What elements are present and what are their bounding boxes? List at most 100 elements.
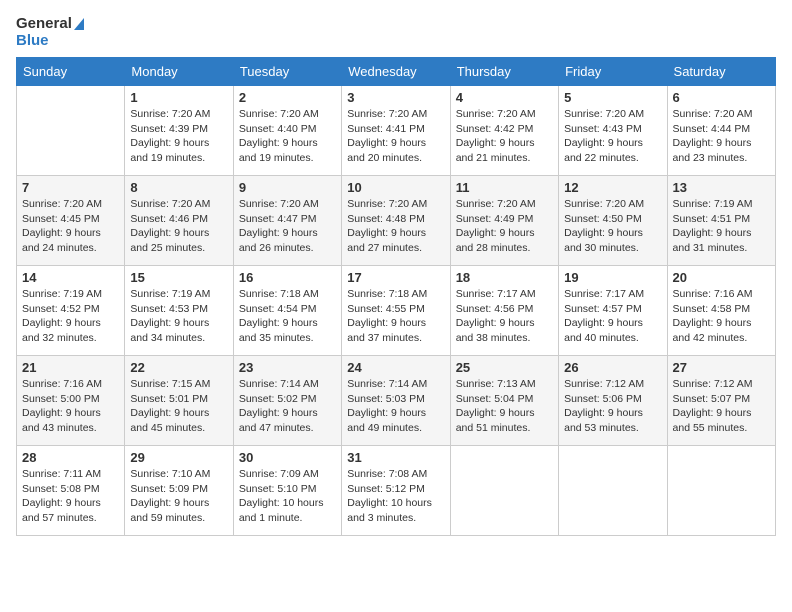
- calendar-cell: 10Sunrise: 7:20 AMSunset: 4:48 PMDayligh…: [342, 176, 450, 266]
- header-wednesday: Wednesday: [342, 58, 450, 86]
- day-info: Sunrise: 7:14 AMSunset: 5:02 PMDaylight:…: [239, 377, 336, 436]
- calendar-cell: [667, 446, 775, 536]
- calendar-week-5: 28 Sunrise: 7:11 AMSunset: 5:08 PMDayligh…: [17, 446, 776, 536]
- calendar-cell: 4 Sunrise: 7:20 AMSunset: 4:42 PMDaylight…: [450, 86, 558, 176]
- day-info: Sunrise: 7:19 AMSunset: 4:51 PMDaylight:…: [673, 197, 770, 256]
- logo-text: General Blue: [16, 16, 84, 49]
- day-number: 29: [130, 450, 227, 465]
- day-number: 10: [347, 180, 444, 195]
- day-info: Sunrise: 7:15 AMSunset: 5:01 PMDaylight:…: [130, 377, 227, 436]
- calendar-cell: 2Sunrise: 7:20 AMSunset: 4:40 PMDaylight…: [233, 86, 341, 176]
- day-number: 13: [673, 180, 770, 195]
- calendar-cell: 1 Sunrise: 7:20 AMSunset: 4:39 PMDaylight…: [125, 86, 233, 176]
- calendar-cell: 8 Sunrise: 7:20 AMSunset: 4:46 PMDaylight…: [125, 176, 233, 266]
- day-info: Sunrise: 7:11 AMSunset: 5:08 PMDaylight:…: [22, 467, 119, 526]
- day-info: Sunrise: 7:20 AMSunset: 4:50 PMDaylight:…: [564, 197, 661, 256]
- calendar-cell: 15 Sunrise: 7:19 AMSunset: 4:53 PMDayligh…: [125, 266, 233, 356]
- day-number: 27: [673, 360, 770, 375]
- calendar-cell: 14Sunrise: 7:19 AMSunset: 4:52 PMDayligh…: [17, 266, 125, 356]
- calendar-week-2: 7 Sunrise: 7:20 AMSunset: 4:45 PMDaylight…: [17, 176, 776, 266]
- day-number: 17: [347, 270, 444, 285]
- day-info: Sunrise: 7:16 AMSunset: 4:58 PMDaylight:…: [673, 287, 770, 346]
- day-number: 16: [239, 270, 336, 285]
- day-number: 26: [564, 360, 661, 375]
- day-info: Sunrise: 7:10 AMSunset: 5:09 PMDaylight:…: [130, 467, 227, 526]
- calendar-cell: 23 Sunrise: 7:14 AMSunset: 5:02 PMDayligh…: [233, 356, 341, 446]
- day-info: Sunrise: 7:20 AMSunset: 4:45 PMDaylight:…: [22, 197, 119, 256]
- day-number: 28: [22, 450, 119, 465]
- calendar-cell: 6Sunrise: 7:20 AMSunset: 4:44 PMDaylight…: [667, 86, 775, 176]
- calendar-cell: 29 Sunrise: 7:10 AMSunset: 5:09 PMDayligh…: [125, 446, 233, 536]
- day-number: 7: [22, 180, 119, 195]
- day-number: 23: [239, 360, 336, 375]
- day-number: 25: [456, 360, 553, 375]
- calendar-cell: [559, 446, 667, 536]
- day-number: 5: [564, 90, 661, 105]
- header-friday: Friday: [559, 58, 667, 86]
- day-number: 8: [130, 180, 227, 195]
- calendar-cell: 22 Sunrise: 7:15 AMSunset: 5:01 PMDayligh…: [125, 356, 233, 446]
- day-info: Sunrise: 7:19 AMSunset: 4:53 PMDaylight:…: [130, 287, 227, 346]
- day-info: Sunrise: 7:20 AMSunset: 4:43 PMDaylight:…: [564, 107, 661, 166]
- day-info: Sunrise: 7:09 AMSunset: 5:10 PMDaylight:…: [239, 467, 336, 526]
- calendar-cell: 13 Sunrise: 7:19 AMSunset: 4:51 PMDayligh…: [667, 176, 775, 266]
- calendar-week-1: 1 Sunrise: 7:20 AMSunset: 4:39 PMDaylight…: [17, 86, 776, 176]
- header-sunday: Sunday: [17, 58, 125, 86]
- calendar-week-4: 21 Sunrise: 7:16 AMSunset: 5:00 PMDayligh…: [17, 356, 776, 446]
- day-info: Sunrise: 7:20 AMSunset: 4:42 PMDaylight:…: [456, 107, 553, 166]
- calendar-cell: 31 Sunrise: 7:08 AMSunset: 5:12 PMDayligh…: [342, 446, 450, 536]
- day-number: 12: [564, 180, 661, 195]
- day-info: Sunrise: 7:20 AMSunset: 4:46 PMDaylight:…: [130, 197, 227, 256]
- day-info: Sunrise: 7:17 AMSunset: 4:57 PMDaylight:…: [564, 287, 661, 346]
- calendar-week-3: 14Sunrise: 7:19 AMSunset: 4:52 PMDayligh…: [17, 266, 776, 356]
- calendar-cell: 20 Sunrise: 7:16 AMSunset: 4:58 PMDayligh…: [667, 266, 775, 356]
- calendar-cell: [17, 86, 125, 176]
- day-number: 11: [456, 180, 553, 195]
- day-number: 6: [673, 90, 770, 105]
- calendar-header-row: SundayMondayTuesdayWednesdayThursdayFrid…: [17, 58, 776, 86]
- day-number: 30: [239, 450, 336, 465]
- logo: General Blue: [16, 16, 84, 49]
- day-number: 18: [456, 270, 553, 285]
- day-info: Sunrise: 7:17 AMSunset: 4:56 PMDaylight:…: [456, 287, 553, 346]
- day-number: 14: [22, 270, 119, 285]
- page-header: General Blue: [16, 16, 776, 49]
- day-number: 9: [239, 180, 336, 195]
- calendar-cell: 24 Sunrise: 7:14 AMSunset: 5:03 PMDayligh…: [342, 356, 450, 446]
- day-info: Sunrise: 7:12 AMSunset: 5:07 PMDaylight:…: [673, 377, 770, 436]
- calendar-cell: 27 Sunrise: 7:12 AMSunset: 5:07 PMDayligh…: [667, 356, 775, 446]
- calendar-cell: [450, 446, 558, 536]
- day-number: 4: [456, 90, 553, 105]
- day-number: 20: [673, 270, 770, 285]
- calendar-cell: 28 Sunrise: 7:11 AMSunset: 5:08 PMDayligh…: [17, 446, 125, 536]
- day-info: Sunrise: 7:08 AMSunset: 5:12 PMDaylight:…: [347, 467, 444, 526]
- calendar-cell: 16 Sunrise: 7:18 AMSunset: 4:54 PMDayligh…: [233, 266, 341, 356]
- calendar-cell: 5 Sunrise: 7:20 AMSunset: 4:43 PMDaylight…: [559, 86, 667, 176]
- day-info: Sunrise: 7:20 AMSunset: 4:39 PMDaylight:…: [130, 107, 227, 166]
- day-number: 22: [130, 360, 227, 375]
- calendar-cell: 19 Sunrise: 7:17 AMSunset: 4:57 PMDayligh…: [559, 266, 667, 356]
- day-number: 1: [130, 90, 227, 105]
- header-monday: Monday: [125, 58, 233, 86]
- logo-general: General: [16, 16, 84, 33]
- day-info: Sunrise: 7:20 AMSunset: 4:47 PMDaylight:…: [239, 197, 336, 256]
- day-number: 19: [564, 270, 661, 285]
- day-number: 31: [347, 450, 444, 465]
- day-info: Sunrise: 7:18 AMSunset: 4:54 PMDaylight:…: [239, 287, 336, 346]
- day-info: Sunrise: 7:13 AMSunset: 5:04 PMDaylight:…: [456, 377, 553, 436]
- logo-blue: Blue: [16, 33, 84, 50]
- day-info: Sunrise: 7:20 AMSunset: 4:41 PMDaylight:…: [347, 107, 444, 166]
- header-tuesday: Tuesday: [233, 58, 341, 86]
- header-thursday: Thursday: [450, 58, 558, 86]
- day-info: Sunrise: 7:16 AMSunset: 5:00 PMDaylight:…: [22, 377, 119, 436]
- calendar-cell: 9 Sunrise: 7:20 AMSunset: 4:47 PMDaylight…: [233, 176, 341, 266]
- day-number: 15: [130, 270, 227, 285]
- day-info: Sunrise: 7:14 AMSunset: 5:03 PMDaylight:…: [347, 377, 444, 436]
- day-number: 24: [347, 360, 444, 375]
- day-number: 21: [22, 360, 119, 375]
- calendar-cell: 30 Sunrise: 7:09 AMSunset: 5:10 PMDayligh…: [233, 446, 341, 536]
- calendar-cell: 17Sunrise: 7:18 AMSunset: 4:55 PMDayligh…: [342, 266, 450, 356]
- day-info: Sunrise: 7:20 AMSunset: 4:49 PMDaylight:…: [456, 197, 553, 256]
- day-number: 2: [239, 90, 336, 105]
- calendar-cell: 3Sunrise: 7:20 AMSunset: 4:41 PMDaylight…: [342, 86, 450, 176]
